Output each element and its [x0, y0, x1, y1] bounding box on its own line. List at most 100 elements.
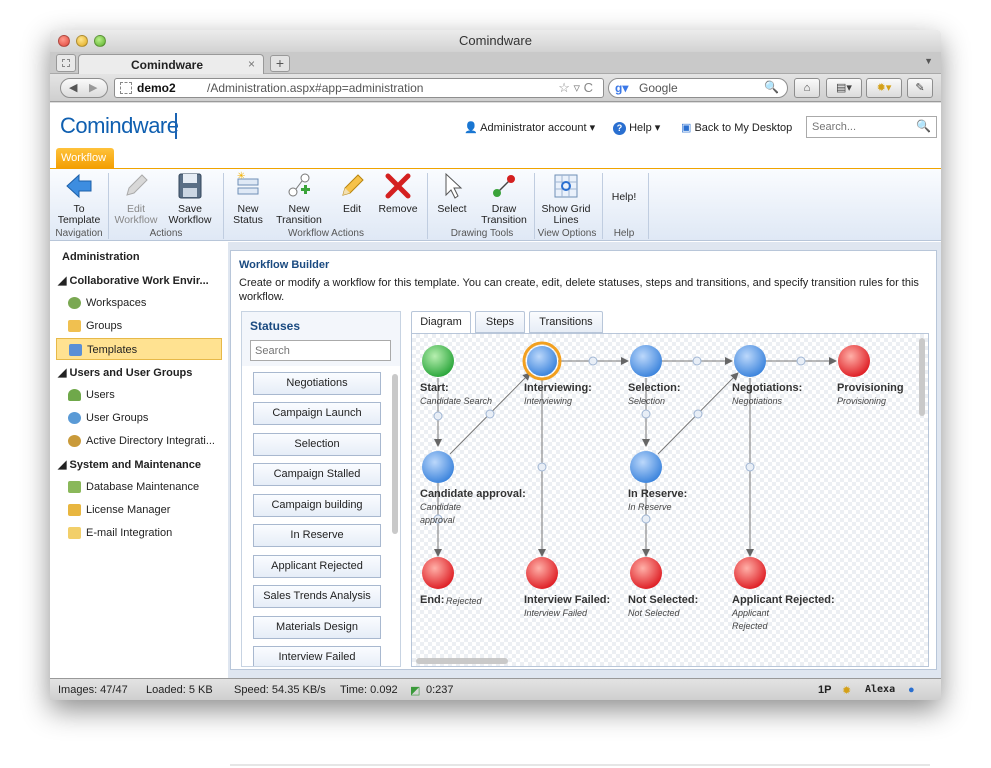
edge-handle[interactable] — [537, 462, 547, 472]
node-label: Interviewing: — [524, 382, 592, 394]
node-sublabel: Interviewing — [524, 396, 573, 406]
status-item[interactable]: Sales Trends Analysis — [253, 585, 381, 608]
help-button[interactable]: Help! — [606, 171, 642, 229]
node-provisioning[interactable] — [838, 345, 870, 377]
home-button[interactable]: ⌂ — [794, 78, 820, 98]
edge-handle[interactable] — [693, 409, 703, 419]
sidebar-item-templates[interactable]: Templates — [56, 338, 222, 360]
new-transition-button[interactable]: New Transition — [272, 171, 326, 229]
bookmark-star-icon[interactable]: ☆ ▿ C — [558, 80, 593, 96]
select-tool-button[interactable]: Select — [432, 171, 472, 229]
forward-icon[interactable]: ▶ — [89, 81, 97, 94]
edge-handle[interactable] — [641, 409, 651, 419]
new-tab-button[interactable]: + — [270, 55, 290, 72]
minimize-window-icon[interactable] — [76, 35, 88, 47]
node-negotiations[interactable] — [734, 345, 766, 377]
status-item[interactable]: Campaign building — [253, 494, 381, 517]
status-item[interactable]: Selection — [253, 433, 381, 456]
sidebar-item-user-groups[interactable]: User Groups — [56, 407, 222, 429]
node-not-selected[interactable] — [630, 557, 662, 589]
new-status-button[interactable]: ✳ New Status — [228, 171, 268, 229]
status-item[interactable]: Applicant Rejected — [253, 555, 381, 578]
statuses-scrollbar[interactable] — [392, 374, 398, 534]
edge-handle[interactable] — [796, 356, 806, 366]
node-interview-failed[interactable] — [526, 557, 558, 589]
status-item[interactable]: In Reserve — [253, 524, 381, 547]
sidebar-item-email-integration[interactable]: E-mail Integration — [56, 522, 222, 544]
addon-status-icon[interactable]: ● — [908, 684, 915, 696]
remove-button[interactable]: Remove — [376, 171, 420, 229]
addon-button[interactable]: ✹▾ — [866, 78, 902, 98]
edit-workflow-button[interactable]: Edit Workflow — [112, 171, 160, 229]
sidebar-item-users[interactable]: Users — [56, 384, 222, 406]
node-applicant-rejected[interactable] — [734, 557, 766, 589]
node-start[interactable] — [422, 345, 454, 377]
node-label: Interview Failed: — [524, 594, 611, 606]
tab-overview-button[interactable] — [56, 54, 76, 72]
tab-workflow[interactable]: Workflow — [56, 148, 114, 169]
edge-handle[interactable] — [588, 356, 598, 366]
draw-transition-button[interactable]: Draw Transition — [478, 171, 530, 229]
edit-label: Edit — [342, 203, 362, 215]
status-item[interactable]: Campaign Launch — [253, 402, 381, 425]
sidebar-item-database-maintenance[interactable]: Database Maintenance — [56, 476, 222, 498]
node-selection[interactable] — [630, 345, 662, 377]
node-label: Start: — [420, 382, 449, 394]
account-menu[interactable]: 👤 Administrator account ▾ — [464, 121, 595, 134]
sidebar-item-license-manager[interactable]: License Manager — [56, 499, 222, 521]
sidebar-section-system[interactable]: ◢ System and Maintenance — [58, 458, 201, 471]
search-input[interactable] — [807, 117, 912, 137]
tab-diagram[interactable]: Diagram — [411, 311, 471, 334]
edge-handle[interactable] — [692, 356, 702, 366]
search-icon[interactable]: 🔍 — [916, 119, 931, 133]
status-item[interactable]: Campaign Stalled — [253, 463, 381, 486]
section-label: System and Maintenance — [69, 459, 201, 471]
search-engine-box[interactable]: g▾ Google 🔍 — [608, 78, 788, 98]
search-icon[interactable]: 🔍 — [764, 80, 779, 94]
bookmarks-button[interactable]: ▤▾ — [826, 78, 862, 98]
browser-tab[interactable]: Comindware × — [78, 54, 264, 75]
save-workflow-button[interactable]: Save Workflow — [164, 171, 216, 229]
sidebar-section-collaborative[interactable]: ◢ Collaborative Work Envir... — [58, 274, 209, 287]
node-in-reserve[interactable] — [630, 451, 662, 483]
node-candidate-approval[interactable] — [422, 451, 454, 483]
close-window-icon[interactable] — [58, 35, 70, 47]
google-logo-icon[interactable]: g▾ — [615, 81, 628, 95]
sidebar-item-groups[interactable]: Groups — [56, 315, 222, 337]
tab-list-icon[interactable]: ▼ — [924, 56, 933, 66]
tab-steps[interactable]: Steps — [475, 311, 525, 333]
edge-handle[interactable] — [745, 462, 755, 472]
alexa-indicator[interactable]: Alexa — [865, 684, 895, 695]
help-menu[interactable]: ? Help ▾ — [613, 121, 660, 135]
node-interviewing[interactable] — [527, 346, 557, 376]
diagram-horizontal-scrollbar[interactable] — [416, 658, 508, 664]
to-template-button[interactable]: To Template — [54, 171, 104, 229]
zoom-window-icon[interactable] — [94, 35, 106, 47]
edge-handle[interactable] — [485, 409, 495, 419]
diagram-canvas[interactable]: Start: Candidate Search Interviewing: In… — [411, 333, 929, 667]
sun-icon[interactable]: ✹ — [842, 684, 851, 697]
sidebar-item-active-directory[interactable]: Active Directory Integrati... — [56, 430, 222, 452]
firebug-button[interactable]: ✎ — [907, 78, 933, 98]
edge-handle[interactable] — [433, 411, 443, 421]
statuses-search-input[interactable] — [251, 341, 390, 360]
status-item[interactable]: Materials Design — [253, 616, 381, 639]
browser-window: Comindware Comindware × + ▼ ◀ ▶ demo2 /A… — [50, 30, 941, 700]
diagram-vertical-scrollbar[interactable] — [919, 338, 925, 416]
node-end[interactable] — [422, 557, 454, 589]
edit-button[interactable]: Edit — [332, 171, 372, 229]
tab-transitions[interactable]: Transitions — [529, 311, 603, 333]
sidebar-item-workspaces[interactable]: Workspaces — [56, 292, 222, 314]
logo[interactable]: Comindware — [60, 113, 179, 139]
edge-handle[interactable] — [641, 514, 651, 524]
tab-strip: Comindware × + ▼ — [50, 52, 941, 75]
status-item[interactable]: Negotiations — [253, 372, 381, 395]
back-to-desktop-link[interactable]: ▣ Back to My Desktop — [681, 121, 792, 134]
show-grid-lines-button[interactable]: Show Grid Lines — [538, 171, 594, 229]
tab-close-icon[interactable]: × — [248, 57, 255, 71]
sidebar-section-users[interactable]: ◢ Users and User Groups — [58, 366, 192, 379]
status-item[interactable]: Interview Failed — [253, 646, 381, 666]
address-bar[interactable]: demo2 /Administration.aspx#app=administr… — [114, 78, 604, 98]
pagerank-indicator[interactable]: 1P — [818, 684, 831, 696]
back-icon[interactable]: ◀ — [69, 81, 77, 94]
